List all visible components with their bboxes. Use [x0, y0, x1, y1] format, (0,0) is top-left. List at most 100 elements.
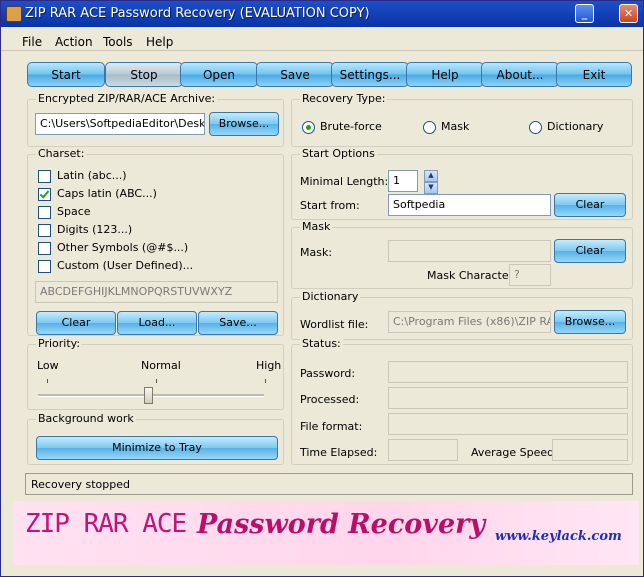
about-button[interactable]: About...: [481, 62, 559, 87]
time-elapsed-field: [388, 439, 458, 461]
priority-normal-label: Normal: [141, 359, 181, 372]
main-window: ZIP RAR ACE Password Recovery (EVALUATIO…: [0, 0, 644, 577]
checkbox-label: Caps latin (ABC...): [57, 187, 157, 200]
wordlist-label: Wordlist file:: [300, 318, 369, 331]
recovery-type-legend: Recovery Type:: [300, 92, 388, 105]
file-format-label: File format:: [300, 420, 363, 433]
mask-clear-button[interactable]: Clear: [554, 239, 626, 263]
radio-circle[interactable]: [302, 121, 315, 134]
stop-button[interactable]: Stop: [105, 62, 183, 87]
slider-tick: [156, 379, 157, 383]
close-window-icon[interactable]: ✕: [619, 4, 638, 23]
radio-label: Dictionary: [547, 120, 604, 133]
checkbox-box[interactable]: [38, 224, 51, 237]
password-field: [388, 361, 628, 383]
start-from-input[interactable]: Softpedia: [388, 194, 551, 216]
start-button[interactable]: Start: [27, 62, 105, 87]
open-button[interactable]: Open: [180, 62, 258, 87]
average-speed-field: [552, 439, 628, 461]
checkbox-label: Digits (123...): [57, 223, 133, 236]
file-format-field: [388, 413, 628, 435]
charset-save-button[interactable]: Save...: [198, 311, 278, 335]
priority-group: Priority: Low Normal High: [27, 337, 284, 410]
min-length-label: Minimal Length:: [300, 175, 389, 188]
menu-action[interactable]: Action: [55, 35, 93, 49]
wordlist-browse-button[interactable]: Browse...: [554, 310, 626, 334]
save-button[interactable]: Save: [256, 62, 334, 87]
start-from-label: Start from:: [300, 199, 360, 212]
menu-file[interactable]: File: [22, 35, 42, 49]
menu-bar: File Action Tools Help: [1, 28, 643, 51]
dictionary-group: Dictionary Wordlist file: C:\Program Fil…: [291, 290, 633, 340]
minimize-to-tray-button[interactable]: Minimize to Tray: [36, 436, 278, 460]
wordlist-input[interactable]: C:\Program Files (x86)\ZIP RAR: [388, 311, 551, 333]
checkbox-box[interactable]: [38, 242, 51, 255]
title-bar[interactable]: ZIP RAR ACE Password Recovery (EVALUATIO…: [1, 1, 643, 27]
checkbox-label: Latin (abc...): [57, 169, 127, 182]
mask-label: Mask:: [300, 246, 333, 259]
priority-slider-thumb[interactable]: [144, 387, 153, 404]
settings-button[interactable]: Settings...: [331, 62, 409, 87]
priority-high-label: High: [256, 359, 282, 372]
menu-help[interactable]: Help: [146, 35, 173, 49]
recovery-type-group: Recovery Type: Brute-force Mask Dictiona…: [291, 92, 633, 147]
charset-group: Charset: Latin (abc...) Caps latin (ABC.…: [27, 147, 284, 336]
checkbox-box[interactable]: [38, 170, 51, 183]
toolbar: Start Stop Open Save Settings... Help Ab…: [25, 62, 633, 88]
priority-legend: Priority:: [36, 337, 83, 350]
charset-load-button[interactable]: Load...: [117, 311, 197, 335]
status-bar: Recovery stopped: [25, 473, 633, 495]
banner-center-text: Password Recovery: [197, 509, 486, 540]
mask-input[interactable]: [388, 240, 551, 262]
spin-up-icon[interactable]: ▲: [424, 170, 438, 182]
checkbox-label: Other Symbols (@#$...): [57, 241, 189, 254]
mask-group: Mask Mask: Clear Mask Character: ?: [291, 220, 633, 289]
minimize-window-icon[interactable]: _: [575, 4, 594, 23]
mask-character-input[interactable]: ?: [509, 264, 551, 286]
background-legend: Background work: [36, 412, 136, 425]
priority-low-label: Low: [37, 359, 59, 372]
average-speed-label: Average Speed:: [471, 446, 558, 459]
min-length-spinner[interactable]: ▲ ▼: [424, 170, 438, 194]
archive-path-input[interactable]: C:\Users\SoftpediaEditor\Desktop: [35, 113, 205, 135]
window-title: ZIP RAR ACE Password Recovery (EVALUATIO…: [25, 6, 370, 21]
radio-label: Brute-force: [320, 120, 382, 133]
start-from-clear-button[interactable]: Clear: [554, 193, 626, 217]
dictionary-legend: Dictionary: [300, 290, 361, 303]
checkbox-label: Custom (User Defined)...: [57, 259, 194, 272]
banner-website-text[interactable]: www.keylack.com: [495, 529, 622, 544]
slider-tick: [47, 379, 48, 383]
time-elapsed-label: Time Elapsed:: [300, 446, 378, 459]
radio-label: Mask: [441, 120, 470, 133]
start-options-group: Start Options Minimal Length: 1 ▲ ▼ Star…: [291, 147, 633, 220]
radio-circle[interactable]: [423, 121, 436, 134]
charset-legend: Charset:: [36, 147, 87, 160]
checkbox-box[interactable]: [38, 260, 51, 273]
background-work-group: Background work Minimize to Tray: [27, 412, 284, 465]
min-length-input[interactable]: 1: [388, 170, 418, 192]
help-button[interactable]: Help: [406, 62, 484, 87]
status-group: Status: Password: Processed: File format…: [291, 337, 633, 465]
exit-button[interactable]: Exit: [556, 62, 632, 87]
radio-circle[interactable]: [529, 121, 542, 134]
checkbox-label: Space: [57, 205, 91, 218]
charset-clear-button[interactable]: Clear: [36, 311, 116, 335]
app-icon: [6, 6, 22, 22]
archive-legend: Encrypted ZIP/RAR/ACE Archive:: [36, 92, 218, 105]
status-text: Recovery stopped: [31, 478, 130, 491]
status-legend: Status:: [300, 337, 343, 350]
archive-group: Encrypted ZIP/RAR/ACE Archive: C:\Users\…: [27, 92, 284, 147]
spin-down-icon[interactable]: ▼: [424, 182, 438, 194]
password-label: Password:: [300, 367, 356, 380]
banner: ZIP RAR ACE Password Recovery www.keylac…: [13, 501, 639, 565]
banner-left-text: ZIP RAR ACE: [25, 509, 187, 539]
mask-legend: Mask: [300, 220, 333, 233]
slider-tick: [265, 379, 266, 383]
menu-tools[interactable]: Tools: [103, 35, 133, 49]
processed-field: [388, 387, 628, 409]
checkbox-box[interactable]: [38, 188, 51, 201]
charset-preview-field: ABCDEFGHIJKLMNOPQRSTUVWXYZ: [35, 281, 278, 303]
archive-browse-button[interactable]: Browse...: [209, 112, 279, 136]
checkbox-box[interactable]: [38, 206, 51, 219]
start-options-legend: Start Options: [300, 147, 377, 160]
